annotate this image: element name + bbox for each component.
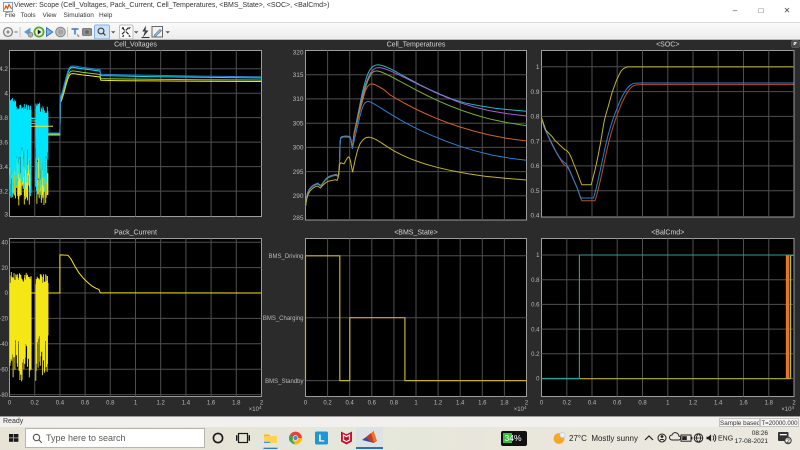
svg-text:1.4: 1.4 <box>714 401 723 407</box>
svg-text:0.7: 0.7 <box>530 138 539 145</box>
svg-text:315: 315 <box>293 72 304 79</box>
svg-text:290: 290 <box>293 193 304 200</box>
svg-text:0.4: 0.4 <box>530 213 539 220</box>
svg-text:0.8: 0.8 <box>106 401 115 407</box>
svg-text:0.8: 0.8 <box>638 401 647 407</box>
svg-text:1.6: 1.6 <box>478 401 487 407</box>
svg-text:310: 310 <box>293 96 304 103</box>
svg-text:0.6: 0.6 <box>531 303 540 309</box>
svg-text:320: 320 <box>293 50 304 57</box>
svg-text:0.4: 0.4 <box>531 327 540 333</box>
svg-text:Cell_Temperatures: Cell_Temperatures <box>387 42 446 49</box>
svg-text:0.2: 0.2 <box>31 401 40 407</box>
svg-text:285: 285 <box>293 215 304 222</box>
svg-text:0.2: 0.2 <box>323 401 332 407</box>
svg-text:0.8: 0.8 <box>390 401 399 407</box>
svg-text:0.5: 0.5 <box>530 188 539 195</box>
svg-text:2: 2 <box>786 438 790 445</box>
svg-text:-60: -60 <box>0 367 9 373</box>
svg-text:BMS_Driving: BMS_Driving <box>268 254 303 260</box>
svg-text:BMS_Charging: BMS_Charging <box>263 316 304 322</box>
svg-text:1.8: 1.8 <box>765 401 774 407</box>
svg-text:1.2: 1.2 <box>157 401 166 407</box>
svg-text:295: 295 <box>293 169 304 176</box>
svg-text:0.8: 0.8 <box>530 114 539 121</box>
svg-text:3.4: 3.4 <box>0 164 8 171</box>
svg-text:Cell_Voltages: Cell_Voltages <box>114 42 157 49</box>
svg-text:1.4: 1.4 <box>182 401 191 407</box>
svg-text:1: 1 <box>536 64 540 71</box>
svg-text:0.4: 0.4 <box>346 401 355 407</box>
svg-text:-80: -80 <box>0 393 9 399</box>
svg-text:1.8: 1.8 <box>232 401 241 407</box>
svg-text:0.6: 0.6 <box>613 401 622 407</box>
svg-text:<BalCmd>: <BalCmd> <box>651 230 684 237</box>
svg-text:3.8: 3.8 <box>0 115 8 122</box>
svg-text:0.2: 0.2 <box>563 401 572 407</box>
svg-text:4: 4 <box>4 90 8 97</box>
svg-text:1.6: 1.6 <box>739 401 748 407</box>
svg-text:1.6: 1.6 <box>207 401 216 407</box>
svg-text:0.2: 0.2 <box>531 352 540 358</box>
svg-text:300: 300 <box>293 145 304 152</box>
svg-text:<BMS_State>: <BMS_State> <box>394 230 438 237</box>
svg-text:1.2: 1.2 <box>434 401 443 407</box>
svg-text:0.6: 0.6 <box>368 401 377 407</box>
svg-text:<SOC>: <SOC> <box>656 42 679 49</box>
svg-text:305: 305 <box>293 120 304 127</box>
svg-text:0.6: 0.6 <box>530 163 539 170</box>
svg-text:40: 40 <box>1 240 8 246</box>
svg-text:-20: -20 <box>0 317 9 323</box>
svg-text:0.8: 0.8 <box>531 278 540 284</box>
svg-text:0.9: 0.9 <box>530 89 539 96</box>
svg-text:3.2: 3.2 <box>0 188 8 195</box>
svg-text:0.6: 0.6 <box>81 401 90 407</box>
svg-text:4.2: 4.2 <box>0 66 8 73</box>
svg-text:0.4: 0.4 <box>588 401 597 407</box>
svg-text:Pack_Current: Pack_Current <box>114 230 157 237</box>
svg-text:-40: -40 <box>0 342 9 348</box>
svg-text:3: 3 <box>4 212 8 219</box>
svg-text:ENG: ENG <box>718 436 733 443</box>
svg-text:20: 20 <box>1 266 8 272</box>
svg-text:1.8: 1.8 <box>500 401 509 407</box>
svg-text:1.4: 1.4 <box>456 401 465 407</box>
svg-text:0.4: 0.4 <box>56 401 65 407</box>
svg-text:L: L <box>318 434 324 445</box>
svg-text:3.6: 3.6 <box>0 139 8 146</box>
svg-text:BMS_Standby: BMS_Standby <box>265 379 303 385</box>
svg-text:1.2: 1.2 <box>689 401 698 407</box>
